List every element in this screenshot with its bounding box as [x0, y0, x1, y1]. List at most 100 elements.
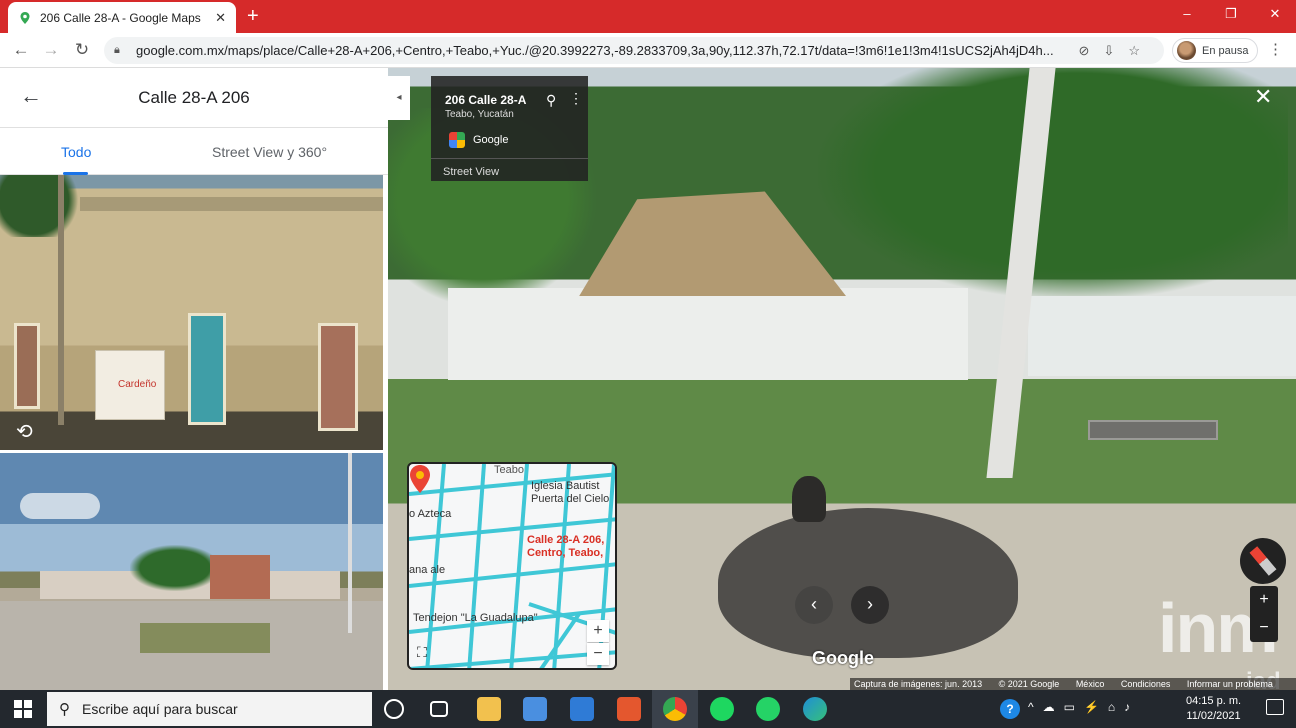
- google-logo: Google: [812, 648, 874, 668]
- street-view-panorama[interactable]: ◂ 206 Calle 28-A Teabo, Yucatán ⚲ ⋮ Goog…: [388, 68, 1296, 690]
- office-icon[interactable]: [617, 697, 641, 721]
- panel-tabs: Todo Street View y 360°: [0, 128, 388, 175]
- divider: [431, 158, 588, 159]
- more-options-icon[interactable]: ⋮: [569, 90, 583, 107]
- compass-icon[interactable]: [1240, 538, 1286, 584]
- mail-icon[interactable]: [570, 697, 594, 721]
- next-arrow-button[interactable]: ›: [851, 586, 889, 624]
- clock-date: 11/02/2021: [1186, 710, 1241, 722]
- reload-button[interactable]: ↻: [71, 39, 93, 61]
- restore-button[interactable]: ❐: [1216, 6, 1246, 22]
- map-pin-icon[interactable]: ⚲: [546, 92, 556, 109]
- map-address-label: Calle 28-A 206, Centro, Teabo,: [527, 534, 605, 559]
- capture-date: Captura de imágenes: jun. 2013: [854, 679, 983, 689]
- taskbar-search-placeholder: Escribe aquí para buscar: [82, 701, 238, 717]
- zoom-in-button[interactable]: +: [1250, 586, 1278, 614]
- tray-icons[interactable]: ^☁▭⚡⌂♪: [1028, 700, 1139, 714]
- new-tab-button[interactable]: +: [247, 6, 259, 26]
- profile-status: En pausa: [1202, 44, 1249, 57]
- door: [14, 323, 40, 409]
- zoom-control: + −: [1250, 586, 1278, 642]
- card-address: 206 Calle 28-A: [445, 93, 527, 107]
- white-wall: [448, 288, 968, 380]
- cloud: [20, 493, 100, 519]
- task-view-icon[interactable]: [430, 701, 448, 717]
- tab-close-icon[interactable]: ✕: [215, 10, 226, 26]
- street-view-thumbnail-1[interactable]: Cardeño ⟲: [0, 175, 383, 450]
- report-problem-link[interactable]: Informar un problema: [1187, 679, 1273, 689]
- windows-taskbar: ⚲ Escribe aquí para buscar ? ^☁▭⚡⌂♪ 04:1…: [0, 690, 1296, 728]
- minimize-button[interactable]: –: [1172, 6, 1202, 21]
- tree: [818, 68, 1288, 298]
- browser-toolbar: ← → ↻ 🔒︎ google.com.mx/maps/place/Calle+…: [0, 33, 1296, 68]
- street-view-thumbnail-2[interactable]: [0, 453, 383, 690]
- google-maps-logo-icon: [449, 132, 465, 148]
- tab-title: 206 Calle 28-A - Google Maps: [40, 10, 201, 25]
- minimap-zoom-in-button[interactable]: +: [587, 620, 609, 642]
- street-view-info-card: 206 Calle 28-A Teabo, Yucatán ⚲ ⋮ Google…: [431, 76, 588, 181]
- tab-street-view[interactable]: Street View y 360°: [212, 144, 327, 160]
- url-text: google.com.mx/maps/place/Calle+28-A+206,…: [136, 43, 1054, 58]
- minimap-zoom-out-button[interactable]: −: [587, 643, 609, 665]
- door: [188, 313, 226, 425]
- maps-favicon-icon: [20, 11, 30, 24]
- location-pin-icon: [410, 465, 430, 493]
- map-label: Iglesia Bautist Puerta del Cielo: [531, 480, 610, 505]
- map-label: Teabo: [494, 464, 524, 476]
- previous-arrow-button[interactable]: ‹: [795, 586, 833, 624]
- grass: [140, 623, 270, 653]
- help-icon[interactable]: ?: [1000, 699, 1020, 719]
- clock-time: 04:15 p. m.: [1186, 695, 1242, 707]
- edge-icon[interactable]: [803, 697, 827, 721]
- cortana-icon[interactable]: [384, 699, 404, 719]
- window-close-button[interactable]: ✕: [1260, 6, 1290, 22]
- compass-needle: [1249, 546, 1277, 576]
- expand-map-icon[interactable]: ⛶: [417, 644, 427, 661]
- forward-button[interactable]: →: [40, 39, 62, 61]
- country-link[interactable]: México: [1076, 679, 1105, 689]
- map-label: o Azteca: [409, 508, 452, 520]
- profile-button[interactable]: En pausa: [1172, 38, 1258, 63]
- copyright: © 2021 Google: [998, 679, 1060, 689]
- photographer-shadow: [792, 476, 826, 522]
- search-icon: ⚲: [59, 701, 70, 718]
- store-icon[interactable]: [523, 697, 547, 721]
- tab-todo[interactable]: Todo: [61, 144, 91, 160]
- close-street-view-button[interactable]: ✕: [1254, 86, 1272, 108]
- map-label: Tendejon "La Guadalupa": [413, 612, 538, 624]
- attribution-bar: Captura de imágenes: jun. 2013 © 2021 Go…: [850, 678, 1296, 690]
- browser-tab[interactable]: 206 Calle 28-A - Google Maps ✕: [8, 2, 236, 33]
- windows-start-icon[interactable]: [14, 700, 32, 718]
- car-shadow: [718, 508, 1018, 658]
- thatched-roof: [579, 191, 846, 296]
- zoom-out-button[interactable]: −: [1250, 614, 1278, 642]
- utility-pole: [348, 453, 352, 633]
- panel-title: Calle 28-A 206: [138, 88, 250, 107]
- notification-icon[interactable]: [1266, 699, 1284, 715]
- card-mode: Street View: [443, 166, 500, 178]
- browser-tab-strip: 206 Calle 28-A - Google Maps ✕ + – ❐ ✕: [0, 0, 1296, 33]
- spotify-icon[interactable]: [710, 697, 734, 721]
- roof-edge: [80, 197, 383, 211]
- omnibox-action-icons[interactable]: ⊘⇩☆: [1079, 43, 1154, 59]
- lock-icon: 🔒︎: [114, 44, 120, 56]
- menu-icon[interactable]: ⋮: [1268, 40, 1283, 58]
- clock[interactable]: 04:15 p. m. 11/02/2021: [1186, 694, 1241, 724]
- terms-link[interactable]: Condiciones: [1121, 679, 1171, 689]
- white-wall: [1028, 296, 1296, 376]
- card-city: Teabo, Yucatán: [445, 109, 514, 120]
- door: [318, 323, 358, 431]
- taskbar-search[interactable]: ⚲ Escribe aquí para buscar: [47, 692, 372, 726]
- chrome-icon[interactable]: [663, 697, 687, 721]
- avatar: [1177, 41, 1196, 60]
- address-bar[interactable]: 🔒︎ google.com.mx/maps/place/Calle+28-A+2…: [104, 37, 1164, 64]
- wall-sign: Cardeño: [95, 350, 165, 420]
- back-button[interactable]: ←: [10, 39, 32, 61]
- card-provider: Google: [473, 134, 509, 146]
- system-tray: ? ^☁▭⚡⌂♪ 04:15 p. m. 11/02/2021: [1000, 690, 1296, 728]
- mini-map[interactable]: Teabo Iglesia Bautist Puerta del Cielo o…: [407, 462, 617, 670]
- map-label: ana ale: [409, 564, 446, 576]
- collapse-panel-button[interactable]: ◂: [388, 76, 410, 120]
- whatsapp-icon[interactable]: [756, 697, 780, 721]
- file-explorer-icon[interactable]: [477, 697, 501, 721]
